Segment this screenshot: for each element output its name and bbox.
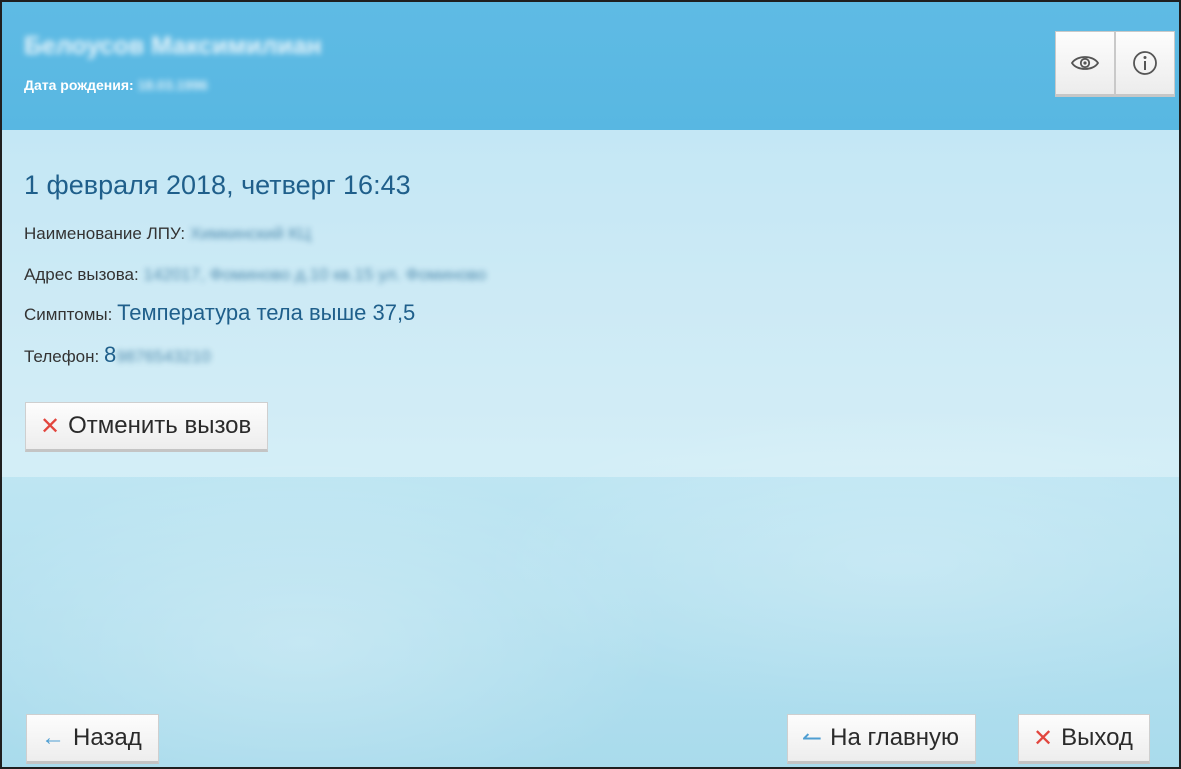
close-icon: ✕	[1033, 724, 1054, 752]
arrow-left-icon: ←	[41, 724, 65, 751]
phone-value: 9876543210	[116, 347, 211, 366]
info-icon	[1133, 51, 1157, 75]
phone-prefix: 8	[103, 342, 117, 367]
view-button[interactable]	[1055, 31, 1115, 97]
back-button[interactable]: ← Назад	[26, 714, 159, 764]
home-button[interactable]: ↼ На главную	[787, 714, 977, 764]
birth-date-value: 18.03.1996	[137, 77, 208, 93]
exit-label: Выход	[1061, 724, 1133, 751]
app-window: Белоусов Максимилиан Дата рождения: 18.0…	[0, 0, 1181, 769]
lpu-row: Наименование ЛПУ: Химкинский КЦ	[24, 224, 311, 244]
back-label: Назад	[73, 724, 142, 751]
symptoms-row: Симптомы: Температура тела выше 37,5	[24, 300, 415, 326]
patient-name: Белоусов Максимилиан	[24, 32, 322, 60]
home-label: На главную	[830, 724, 960, 751]
patient-header: Белоусов Максимилиан Дата рождения: 18.0…	[2, 2, 1179, 130]
eye-icon	[1070, 56, 1100, 70]
call-datetime: 1 февраля 2018, четверг 16:43	[24, 170, 411, 200]
phone-row: Телефон: 89876543210	[24, 342, 211, 368]
symptoms-label: Симптомы:	[24, 305, 113, 324]
exit-button[interactable]: ✕ Выход	[1018, 714, 1150, 764]
address-label: Адрес вызова:	[24, 265, 139, 284]
cancel-call-label: Отменить вызов	[68, 412, 252, 439]
info-button[interactable]	[1115, 31, 1175, 97]
arrow-return-icon: ↼	[802, 724, 823, 752]
birth-date-row: Дата рождения: 18.03.1996	[24, 77, 208, 93]
lpu-label: Наименование ЛПУ:	[24, 224, 186, 243]
phone-label: Телефон:	[24, 347, 100, 366]
close-icon: ✕	[40, 412, 61, 440]
address-row: Адрес вызова: 142017, Фоминово д.10 кв.1…	[24, 265, 486, 285]
birth-date-label: Дата рождения:	[24, 77, 134, 93]
cancel-call-button[interactable]: ✕ Отменить вызов	[25, 402, 269, 452]
lpu-value: Химкинский КЦ	[189, 224, 311, 243]
symptoms-value: Температура тела выше 37,5	[117, 300, 416, 325]
address-value: 142017, Фоминово д.10 кв.15 ул. Фоминово	[143, 265, 487, 284]
